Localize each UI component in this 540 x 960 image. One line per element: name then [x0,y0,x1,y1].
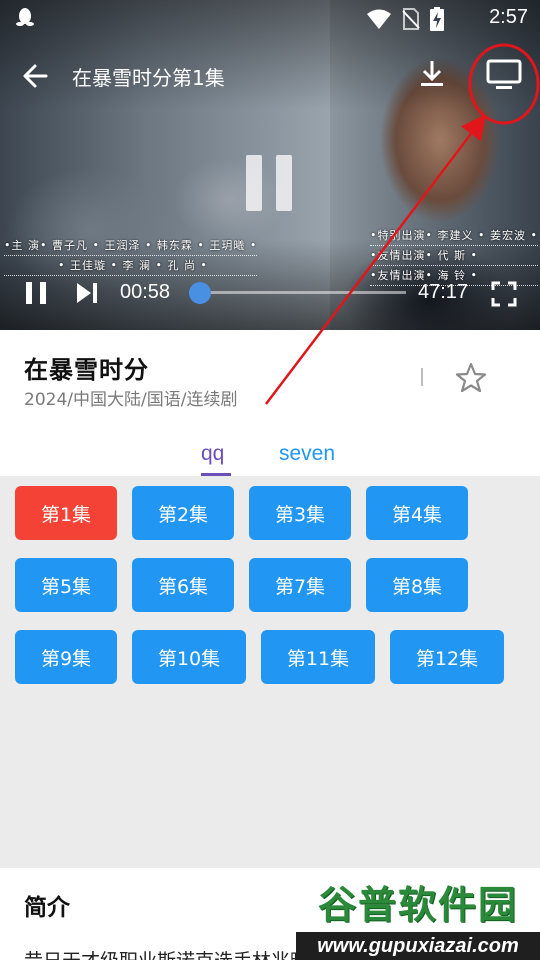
current-time: 00:58 [120,281,171,303]
episode-button[interactable]: 第12集 [390,630,504,684]
episode-button[interactable]: 第2集 [132,486,234,540]
credits-right-line: •特别出演• 李建义 • 姜宏波 • [370,226,538,246]
episode-button[interactable]: 第8集 [366,558,468,612]
show-title: 在暴雪时分 [24,356,149,384]
credits-left-line: •主 演• 曹子凡 • 王润泽 • 韩东霖 • 王玥曦 • [4,236,258,256]
episode-button[interactable]: 第7集 [249,558,351,612]
episode-button[interactable]: 第9集 [15,630,117,684]
pause-icon[interactable] [24,280,48,306]
episode-button[interactable]: 第11集 [261,630,375,684]
show-meta: 2024/中国大陆/国语/连续剧 [24,390,238,410]
tab-source-seven[interactable]: seven [279,442,335,466]
episode-button[interactable]: 第10集 [132,630,246,684]
credits-right-line: •友情出演• 代 斯 • [370,246,538,266]
intro-heading: 简介 [24,895,70,921]
watermark-url: www.gupuxiazai.com [296,932,540,960]
center-pause-icon[interactable] [246,155,294,211]
credits-left: •主 演• 曹子凡 • 王润泽 • 韩东霖 • 王玥曦 • • 王佳璇 • 李 … [4,236,258,276]
watermark-name: 谷普软件园 [296,876,540,934]
status-time: 2:57 [489,6,528,28]
skip-next-icon[interactable] [74,280,100,306]
episode-button[interactable]: 第4集 [366,486,468,540]
player-title: 在暴雪时分第1集 [72,66,225,90]
vertical-divider [421,368,423,386]
site-watermark: 谷普软件园 www.gupuxiazai.com [296,876,540,960]
tv-cast-icon[interactable] [484,56,524,92]
episode-button[interactable]: 第5集 [15,558,117,612]
download-icon[interactable] [414,56,450,92]
episode-button[interactable]: 第6集 [132,558,234,612]
video-player[interactable]: 2:57 在暴雪时分第1集 •主 演• 曹子凡 • 王润泽 • 韩东霖 • 王玥… [0,0,540,330]
total-time: 47:17 [418,281,469,303]
star-favorite-icon[interactable] [454,361,488,395]
no-sim-icon [402,8,420,30]
episode-button[interactable]: 第3集 [249,486,351,540]
credits-right: •特别出演• 李建义 • 姜宏波 • •友情出演• 代 斯 • •友情出演• 海… [370,226,538,286]
back-arrow-icon[interactable] [18,58,54,94]
battery-charging-icon [430,7,444,31]
status-bar: 2:57 [0,0,540,36]
fullscreen-icon[interactable] [490,280,518,308]
episode-button[interactable]: 第1集 [15,486,117,540]
wifi-icon [367,9,391,29]
qq-penguin-icon [16,8,34,26]
show-info-panel: 在暴雪时分 2024/中国大陆/国语/连续剧 qq seven [0,330,540,477]
seek-bar[interactable] [189,282,406,304]
episode-grid: 第1集 第2集 第3集 第4集 第5集 第6集 第7集 第8集 第9集 第10集… [0,476,540,868]
credits-left-line: • 王佳璇 • 李 澜 • 孔 尚 • [4,256,258,276]
tab-source-qq[interactable]: qq [201,442,224,466]
